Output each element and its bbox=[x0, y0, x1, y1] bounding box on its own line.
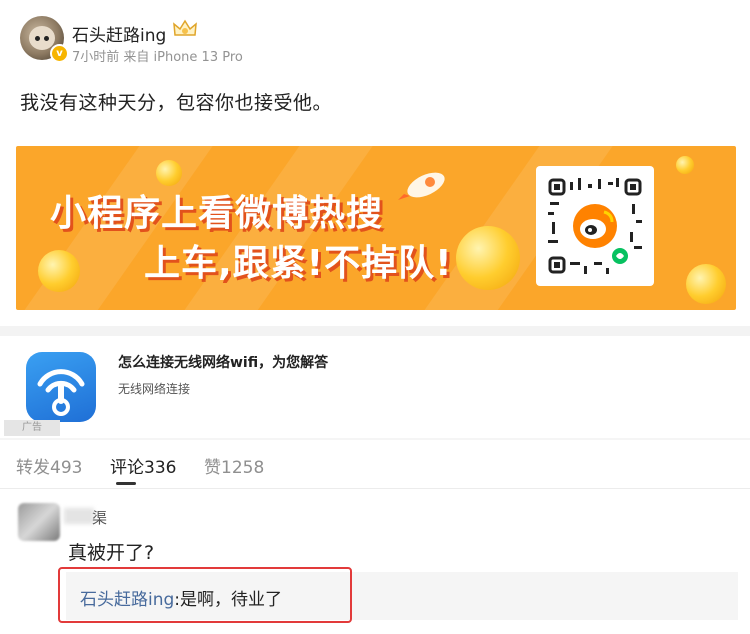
tab-reposts[interactable]: 转发493 bbox=[16, 453, 82, 478]
coin-decoration-icon bbox=[456, 226, 520, 290]
tabs-divider bbox=[0, 488, 750, 489]
ad-label: 广告 bbox=[4, 420, 60, 436]
qr-code[interactable] bbox=[536, 166, 654, 286]
commenter-name[interactable]: 渠 bbox=[92, 507, 107, 528]
mini-program-banner[interactable]: 小程序上看微博热搜 上车,跟紧!不掉队! bbox=[16, 146, 736, 310]
verified-badge-icon: v bbox=[50, 44, 69, 63]
rocket-icon bbox=[398, 172, 445, 200]
crown-badge-icon bbox=[173, 19, 197, 36]
section-divider bbox=[0, 438, 750, 440]
blurred-name bbox=[64, 508, 94, 524]
coin-decoration-icon bbox=[676, 156, 694, 174]
tab-comments[interactable]: 评论336 bbox=[110, 453, 176, 478]
comment-text: 真被开了? bbox=[68, 542, 155, 564]
commenter-avatar[interactable] bbox=[18, 503, 60, 541]
weibo-qr-icon bbox=[548, 178, 642, 274]
author-name[interactable]: 石头赶路ing bbox=[72, 21, 166, 46]
wifi-app-icon[interactable] bbox=[26, 352, 96, 422]
post-content: 我没有这种天分，包容你也接受他。 bbox=[20, 92, 333, 114]
section-divider bbox=[0, 326, 750, 336]
active-tab-indicator bbox=[116, 482, 136, 485]
banner-headline: 小程序上看微博热搜 bbox=[50, 193, 384, 234]
wifi-key-icon bbox=[37, 369, 85, 416]
ad-subtitle: 无线网络连接 bbox=[118, 382, 191, 396]
banner-subline: 上车,跟紧!不掉队! bbox=[144, 243, 453, 284]
highlight-box bbox=[58, 567, 352, 623]
coin-decoration-icon bbox=[38, 250, 80, 292]
coin-decoration-icon bbox=[686, 264, 726, 304]
tab-likes[interactable]: 赞1258 bbox=[204, 453, 264, 478]
ad-title[interactable]: 怎么连接无线网络wifi，为您解答 bbox=[118, 352, 328, 372]
coin-decoration-icon bbox=[156, 160, 182, 186]
post-meta: 7小时前 来自 iPhone 13 Pro bbox=[72, 50, 243, 65]
